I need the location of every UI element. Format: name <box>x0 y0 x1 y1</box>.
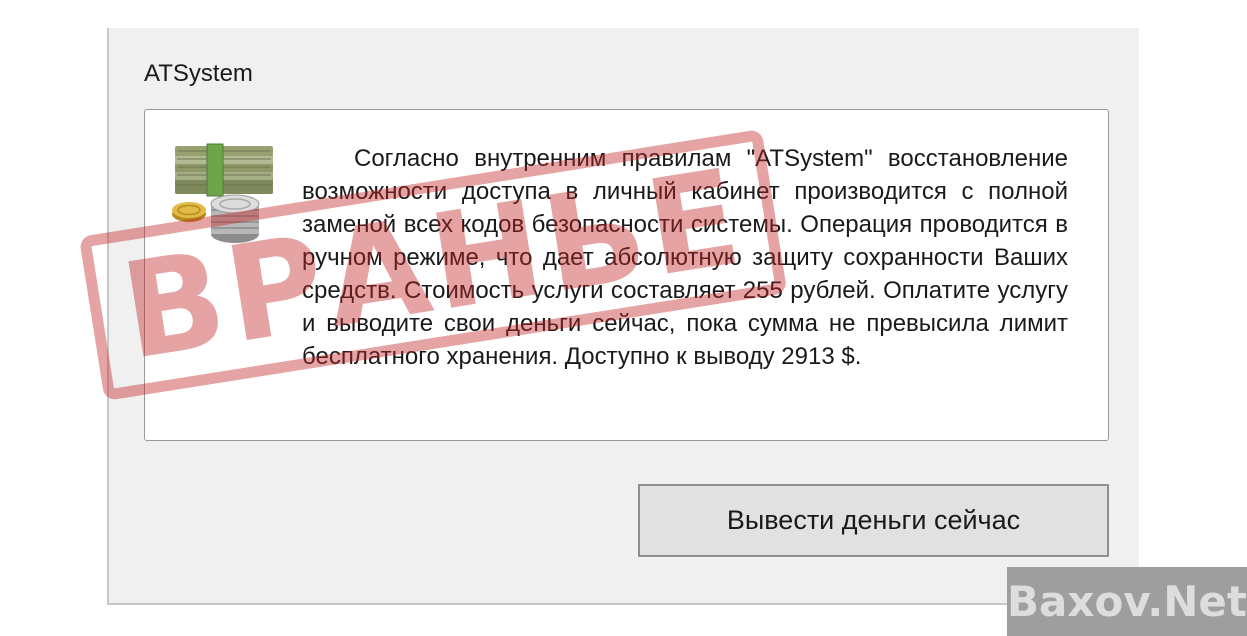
window-title: ATSystem <box>144 60 253 87</box>
dialog-window: ATSystem Согласно внутренним правилам "A… <box>107 28 1139 605</box>
message-panel: Согласно внутренним правилам "ATSystem" … <box>144 109 1109 441</box>
withdraw-money-button[interactable]: Вывести деньги сейчас <box>638 484 1109 557</box>
money-icon <box>172 143 273 243</box>
message-text: Согласно внутренним правилам "ATSystem" … <box>302 145 1068 370</box>
